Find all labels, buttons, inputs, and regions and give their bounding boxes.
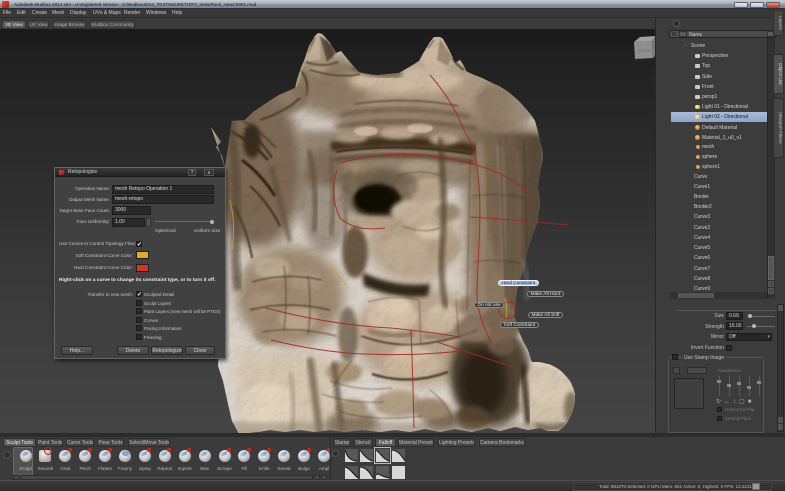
svg-text:FRONT: FRONT bbox=[638, 48, 652, 53]
